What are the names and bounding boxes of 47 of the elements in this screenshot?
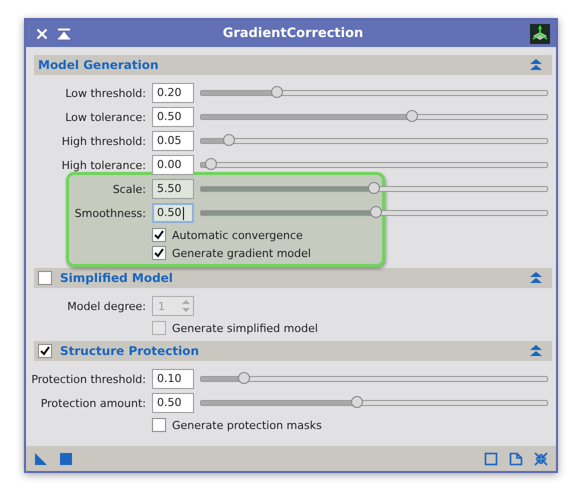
field-label: Model degree: xyxy=(66,300,146,312)
section-title: Simplified Model xyxy=(60,271,174,285)
collapse-icon[interactable] xyxy=(530,345,542,357)
value-field[interactable]: 0.00 xyxy=(152,155,194,175)
collapse-arrows-icon[interactable] xyxy=(534,452,548,466)
checkbox-label: Generate simplified model xyxy=(172,322,318,334)
checkbox-label: Automatic convergence xyxy=(172,228,303,242)
slider-thumb[interactable] xyxy=(350,396,363,408)
section-title: Structure Protection xyxy=(60,344,200,358)
checkbox-label: Generate protection masks xyxy=(172,418,322,432)
field-label: Low tolerance: xyxy=(64,110,146,124)
collapse-icon[interactable] xyxy=(530,272,542,284)
slider-thumb[interactable] xyxy=(222,134,235,146)
close-icon[interactable] xyxy=(36,28,48,40)
square-icon[interactable] xyxy=(59,452,73,466)
field-label: Smoothness: xyxy=(74,206,146,220)
field-label: Protection amount: xyxy=(40,396,146,410)
value-field[interactable]: 0.20 xyxy=(152,83,194,103)
collapse-icon[interactable] xyxy=(530,59,542,71)
slider-thumb[interactable] xyxy=(238,372,250,384)
document-icon[interactable] xyxy=(509,452,523,466)
app-icon xyxy=(530,24,550,44)
section-title: Model Generation xyxy=(38,58,160,72)
value-field[interactable]: 0.05 xyxy=(152,131,194,151)
field-label: High threshold: xyxy=(60,134,146,148)
window-title: GradientCorrection xyxy=(222,26,364,41)
slider-thumb[interactable] xyxy=(406,110,418,122)
checkbox[interactable] xyxy=(152,246,166,260)
value-field[interactable]: 0.50 xyxy=(152,107,194,127)
triangle-icon[interactable] xyxy=(34,452,48,466)
checkbox[interactable] xyxy=(152,228,166,242)
field-label: Low threshold: xyxy=(64,86,146,100)
value-field[interactable]: 0.50 xyxy=(152,393,194,413)
value-field[interactable]: 5.50 xyxy=(152,179,194,199)
field-label: Scale: xyxy=(112,182,146,196)
shade-icon[interactable] xyxy=(58,28,70,40)
slider-thumb[interactable] xyxy=(271,86,284,98)
checkbox[interactable] xyxy=(152,418,166,432)
checkbox[interactable] xyxy=(38,271,52,285)
field-label: High tolerance: xyxy=(60,158,146,172)
slider-thumb[interactable] xyxy=(205,158,218,170)
checkbox-label: Generate gradient model xyxy=(172,246,311,260)
window-icon[interactable] xyxy=(484,452,498,466)
field-label: Protection threshold: xyxy=(30,372,146,386)
checkbox[interactable] xyxy=(38,344,52,358)
value-field[interactable]: 0.50 xyxy=(152,203,194,223)
value-field[interactable]: 0.10 xyxy=(152,369,194,389)
